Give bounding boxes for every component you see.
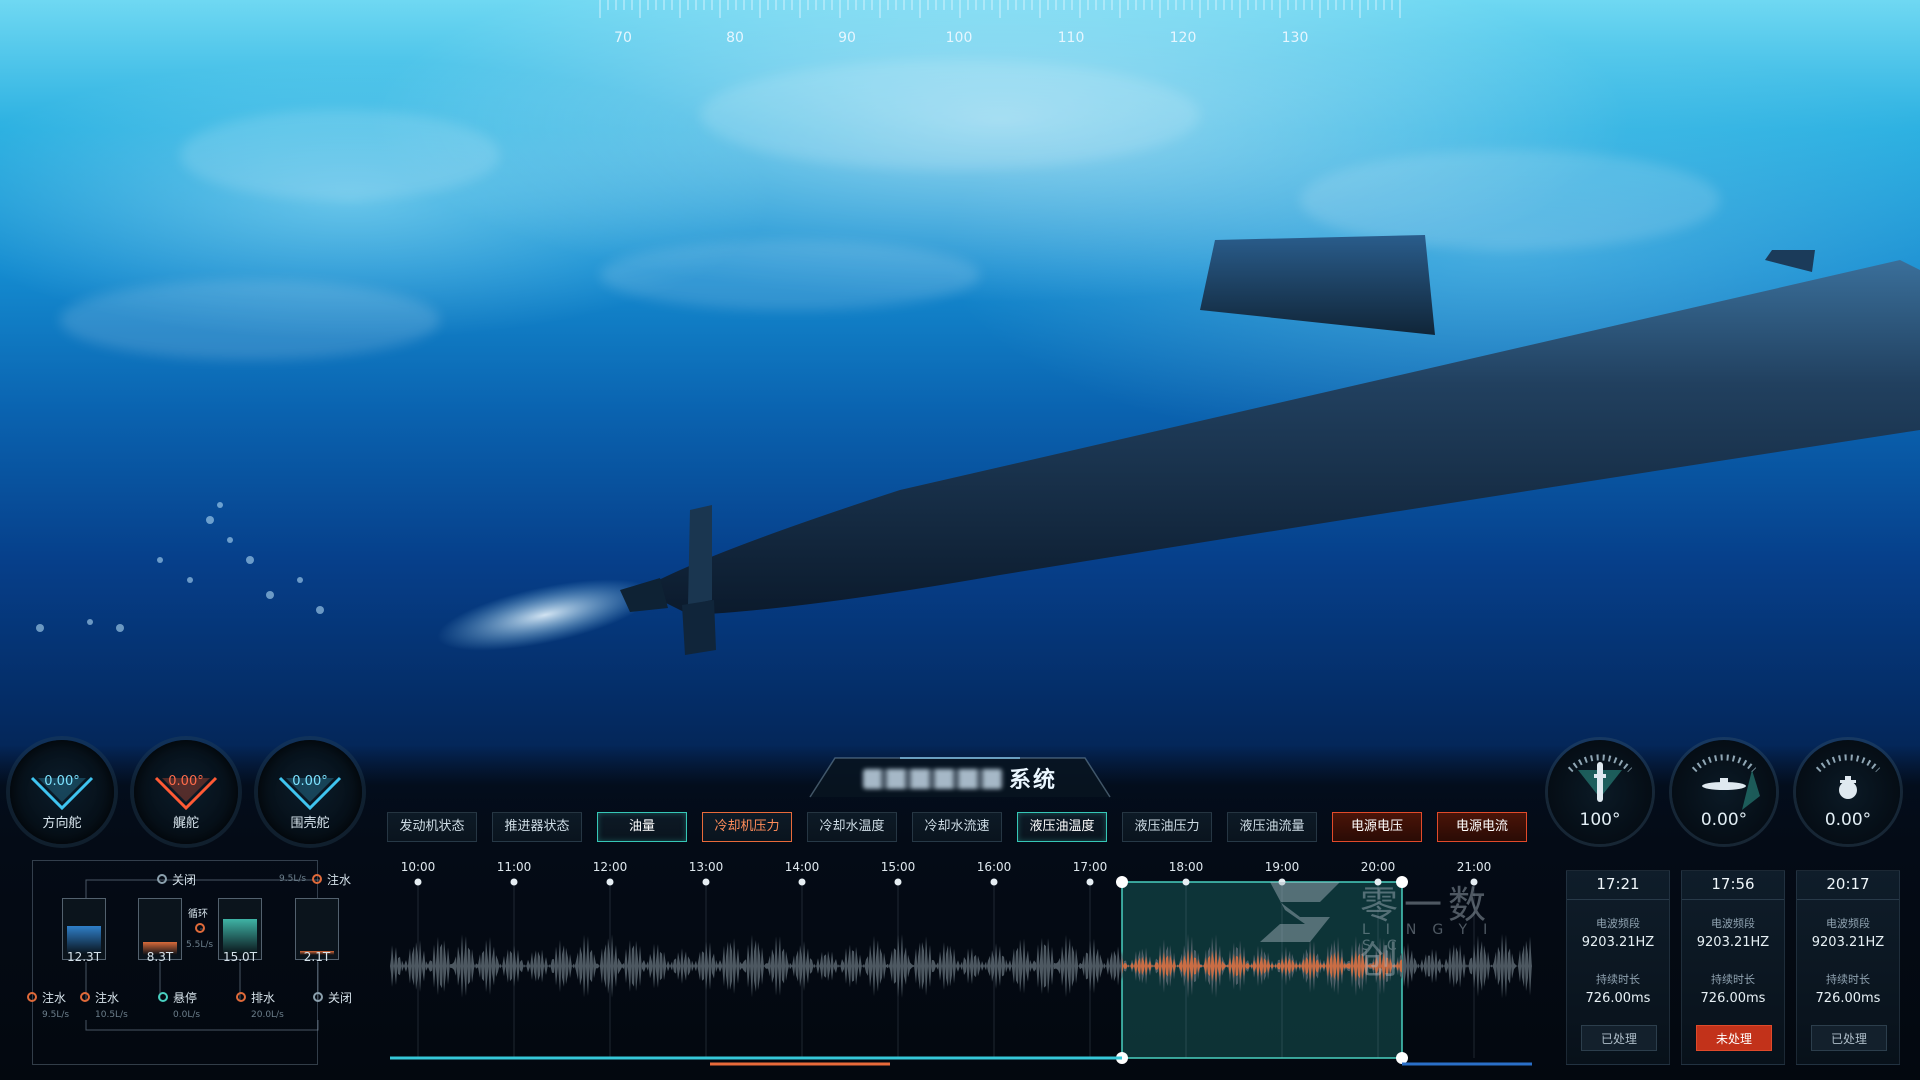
roll-value: 0.00° — [1824, 810, 1872, 830]
event-freq-value: 9203.21HZ — [1581, 935, 1655, 950]
ruler-label: 80 — [726, 30, 744, 46]
event-card-1[interactable]: 17:21 电波频段 9203.21HZ 持续时长 726.00ms 已处理 — [1566, 870, 1670, 1065]
event-freq-value: 9203.21HZ — [1811, 935, 1885, 950]
loop-rate: 5.5L/s — [186, 940, 214, 950]
tab-oil-level[interactable]: 油量 — [597, 812, 687, 842]
timeline-tick-dot — [798, 878, 806, 886]
tab-engine-status[interactable]: 发动机状态 — [387, 812, 477, 842]
ballast-tank-3-value: 15.0T — [222, 950, 258, 964]
valve-top-left-label: 关闭 — [172, 873, 197, 887]
event-duration-label: 持续时长 — [1826, 973, 1870, 986]
system-title: 系统 — [790, 752, 1130, 798]
ruler-label: 90 — [838, 30, 856, 46]
timeline-tick-dot — [1086, 878, 1094, 886]
event-freq-label: 电波频段 — [1826, 917, 1870, 930]
valve-top-right-rate: 9.5L/s — [279, 874, 307, 884]
timeline-tick-dot — [510, 878, 518, 886]
event-status-button[interactable]: 已处理 — [1581, 1025, 1657, 1051]
ballast-tank-2-value: 8.3T — [146, 950, 174, 964]
control-1-rate: 9.5L/s — [42, 1010, 70, 1020]
control-valve-1[interactable] — [27, 992, 37, 1002]
timeline-tick-dot — [414, 878, 422, 886]
event-freq-label: 电波频段 — [1596, 917, 1640, 930]
event-duration-value: 726.00ms — [1700, 991, 1766, 1006]
roll-gauge: 0.00° — [1796, 740, 1900, 844]
tab-power-current[interactable]: 电源电流 — [1437, 812, 1527, 842]
tab-propeller-status[interactable]: 推进器状态 — [492, 812, 582, 842]
tab-hydraulic-oil-flow[interactable]: 液压油流量 — [1227, 812, 1317, 842]
tab-coolant-flow[interactable]: 冷却水流速 — [912, 812, 1002, 842]
loop-valve[interactable] — [195, 923, 205, 933]
control-3-label: 悬停 — [173, 991, 198, 1005]
ballast-tank-4-value: 2.1T — [303, 950, 331, 964]
title-suffix: 系统 — [1008, 768, 1057, 793]
tab-coolant-temperature[interactable]: 冷却水温度 — [807, 812, 897, 842]
loop-label: 循环 — [188, 909, 208, 920]
control-valve-3[interactable] — [158, 992, 168, 1002]
event-duration-value: 726.00ms — [1585, 991, 1651, 1006]
control-5-label: 关闭 — [328, 991, 353, 1005]
watermark-en: LINGYI SC — [1362, 922, 1504, 954]
timeline-tick-dot — [1182, 878, 1190, 886]
control-4-rate: 20.0L/s — [251, 1010, 284, 1020]
ruler-label: 70 — [614, 30, 632, 46]
event-freq-value: 9203.21HZ — [1696, 935, 1770, 950]
control-valve-5[interactable] — [313, 992, 323, 1002]
title-redacted — [862, 769, 1003, 789]
valve-top-right-label: 注水 — [327, 873, 352, 887]
event-duration-value: 726.00ms — [1815, 991, 1881, 1006]
selection-handle-end-bottom — [1396, 1052, 1408, 1064]
tab-hydraulic-oil-pressure[interactable]: 液压油压力 — [1122, 812, 1212, 842]
control-2-rate: 10.5L/s — [95, 1010, 128, 1020]
ruler-label: 120 — [1169, 30, 1197, 46]
event-status-button[interactable]: 已处理 — [1811, 1025, 1887, 1051]
ruler-label: 100 — [945, 30, 973, 46]
control-4-label: 排水 — [251, 991, 276, 1005]
event-time: 17:21 — [1567, 875, 1669, 900]
tab-hydraulic-oil-temperature[interactable]: 液压油温度 — [1017, 812, 1107, 842]
tab-power-voltage[interactable]: 电源电压 — [1332, 812, 1422, 842]
control-3-rate: 0.0L/s — [173, 1010, 201, 1020]
control-valve-4[interactable] — [236, 992, 246, 1002]
submarine-side-icon — [1702, 778, 1746, 790]
event-status-button[interactable]: 未处理 — [1696, 1025, 1772, 1051]
event-card-3[interactable]: 20:17 电波频段 9203.21HZ 持续时长 726.00ms 已处理 — [1796, 870, 1900, 1065]
event-duration-label: 持续时长 — [1596, 973, 1640, 986]
event-time: 17:56 — [1682, 875, 1784, 900]
event-freq-label: 电波频段 — [1711, 917, 1755, 930]
event-time: 20:17 — [1797, 875, 1899, 900]
tab-cooler-pressure[interactable]: 冷却机压力 — [702, 812, 792, 842]
heading-gauge: 100° — [1548, 740, 1652, 844]
ruler-label: 130 — [1281, 30, 1309, 46]
ballast-tank-1-value: 12.3T — [66, 950, 102, 964]
timeline-tick-dot — [990, 878, 998, 886]
control-1-label: 注水 — [42, 991, 67, 1005]
watermark-logo: 零一数创 LINGYI SC — [1250, 872, 1530, 982]
event-duration-label: 持续时长 — [1711, 973, 1755, 986]
valve-top-right[interactable] — [312, 874, 322, 884]
control-valve-2[interactable] — [80, 992, 90, 1002]
selection-handle-start — [1116, 876, 1128, 888]
pitch-value: 0.00° — [1700, 810, 1748, 830]
valve-top-left[interactable] — [157, 874, 167, 884]
heading-value: 100° — [1579, 810, 1621, 830]
pitch-gauge: 0.00° — [1672, 740, 1776, 844]
timeline-tick-dot — [894, 878, 902, 886]
timeline-tick-dot — [702, 878, 710, 886]
control-2-label: 注水 — [95, 991, 120, 1005]
timeline-tick-dot — [606, 878, 614, 886]
ruler-label: 110 — [1057, 30, 1085, 46]
event-card-2[interactable]: 17:56 电波频段 9203.21HZ 持续时长 726.00ms 未处理 — [1681, 870, 1785, 1065]
submarine-front-icon — [1839, 776, 1857, 799]
